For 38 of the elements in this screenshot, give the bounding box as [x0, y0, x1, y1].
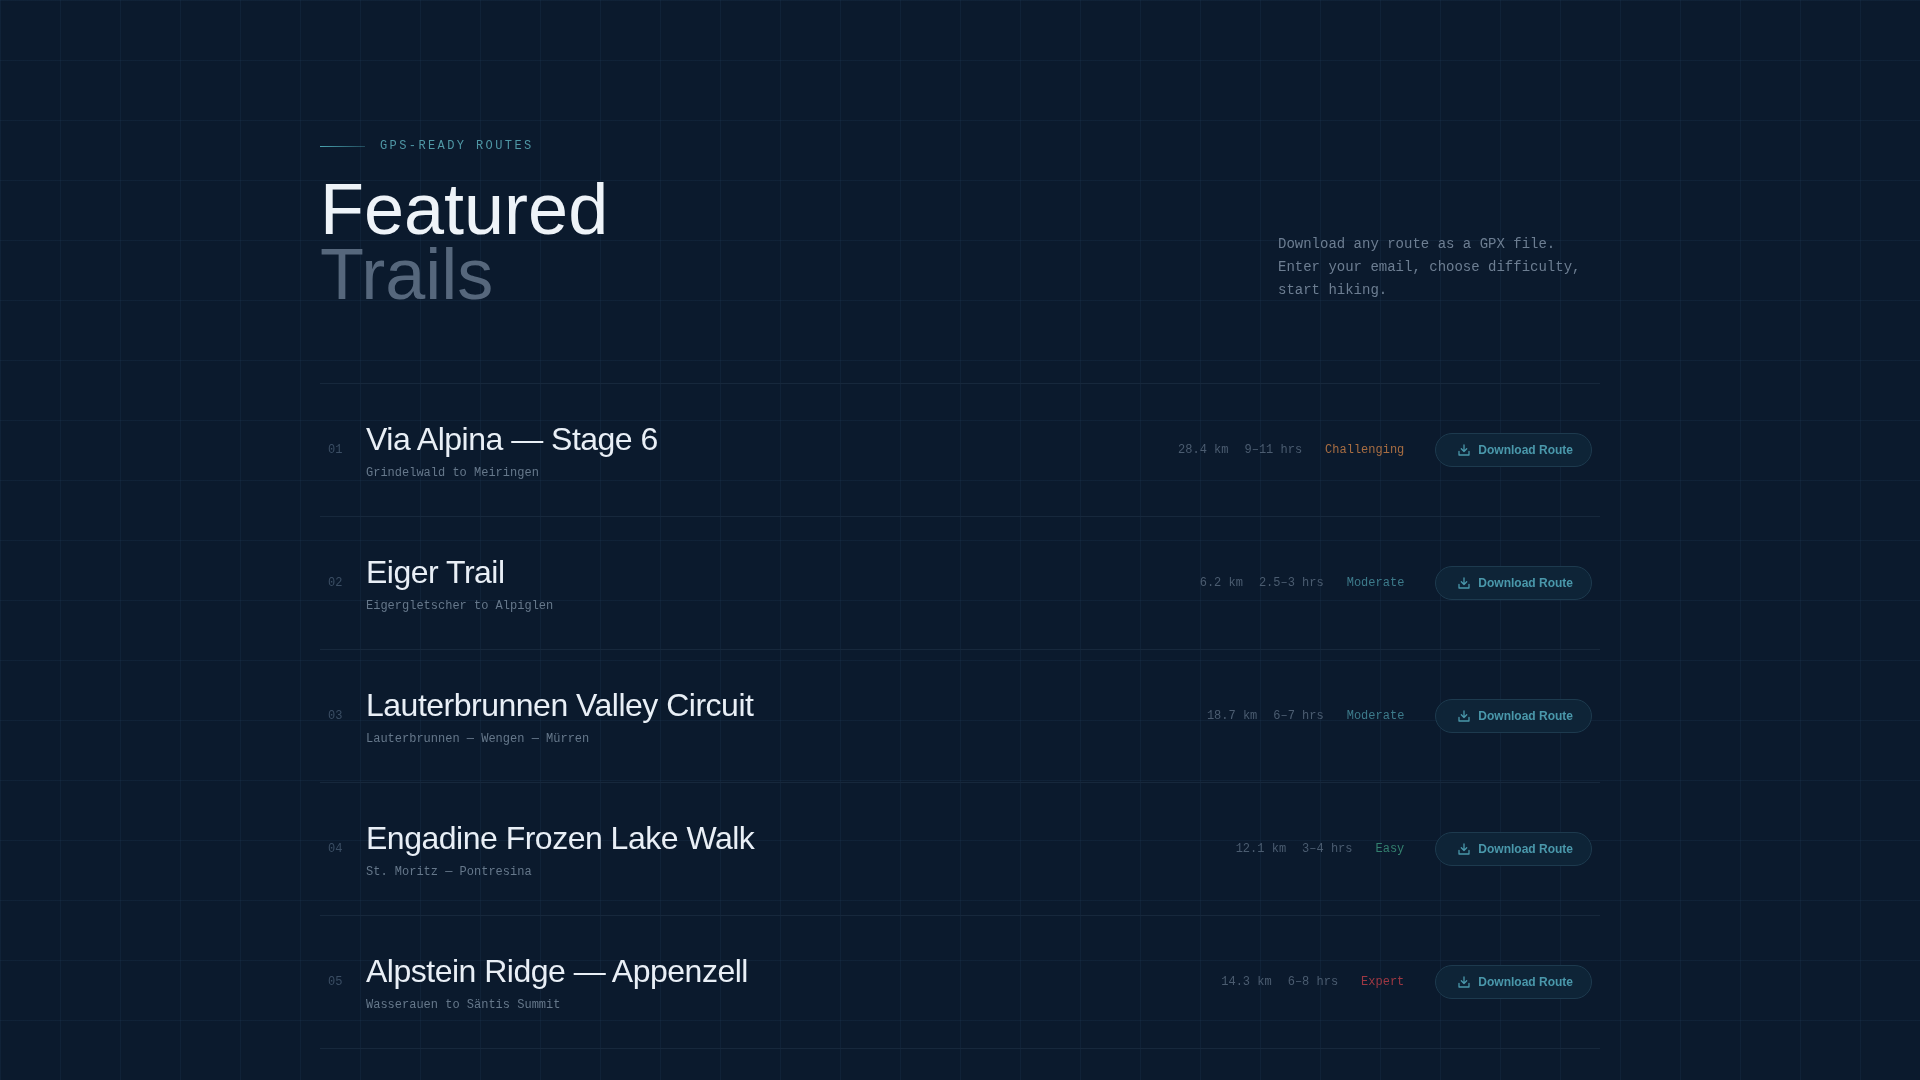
route-duration: 2.5–3 hrs — [1258, 575, 1324, 591]
route-subtitle: Lauterbrunnen — Wengen — Mürren — [366, 730, 590, 747]
route-subtitle: Eigergletscher to Alpiglen — [366, 597, 554, 614]
difficulty-label: Expert — [1361, 974, 1405, 990]
download-route-button[interactable]: Download Route — [1435, 832, 1592, 866]
section-description: Download any route as a GPX file. Enter your email, choose difficulty, start hiking. — [1278, 235, 1582, 300]
route-duration: 6–7 hrs — [1273, 708, 1324, 724]
route-distance: 6.2 km — [1199, 575, 1243, 591]
route-duration: 9–11 hrs — [1244, 442, 1303, 458]
route-subtitle: St. Moritz — Pontresina — [366, 863, 532, 880]
download-icon — [1458, 843, 1471, 855]
difficulty-label: Easy — [1375, 841, 1405, 857]
route-distance: 14.3 km — [1221, 974, 1272, 990]
route-title: Alpstein Ridge — Appenzell — [366, 951, 748, 990]
download-icon — [1458, 710, 1471, 722]
difficulty-label: Moderate — [1346, 575, 1405, 591]
route-distance: 28.4 km — [1178, 442, 1229, 458]
route-distance: 18.7 km — [1206, 708, 1258, 724]
section-eyebrow: GPS-READY ROUTES — [380, 138, 534, 154]
route-subtitle: Wasserauen to Säntis Summit — [366, 996, 561, 1013]
download-icon — [1458, 976, 1471, 988]
download-route-button[interactable]: Download Route — [1435, 965, 1592, 999]
download-icon — [1458, 444, 1471, 456]
difficulty-label: Challenging — [1325, 442, 1405, 458]
download-icon — [1458, 577, 1471, 589]
route-subtitle: Grindelwald to Meiringen — [366, 464, 539, 481]
download-route-button[interactable]: Download Route — [1435, 699, 1592, 733]
route-duration: 3–4 hrs — [1302, 841, 1353, 857]
download-route-button[interactable]: Download Route — [1435, 433, 1592, 467]
route-title: Eiger Trail — [366, 552, 505, 591]
route-title: Via Alpina — Stage 6 — [366, 419, 658, 458]
route-duration: 6–8 hrs — [1287, 974, 1339, 990]
difficulty-label: Moderate — [1346, 708, 1405, 724]
route-title: Engadine Frozen Lake Walk — [366, 818, 755, 857]
page-heading: Featured Trails — [320, 177, 609, 307]
download-route-button[interactable]: Download Route — [1435, 566, 1592, 600]
route-title: Lauterbrunnen Valley Circuit — [366, 685, 754, 724]
route-distance: 12.1 km — [1235, 841, 1287, 857]
